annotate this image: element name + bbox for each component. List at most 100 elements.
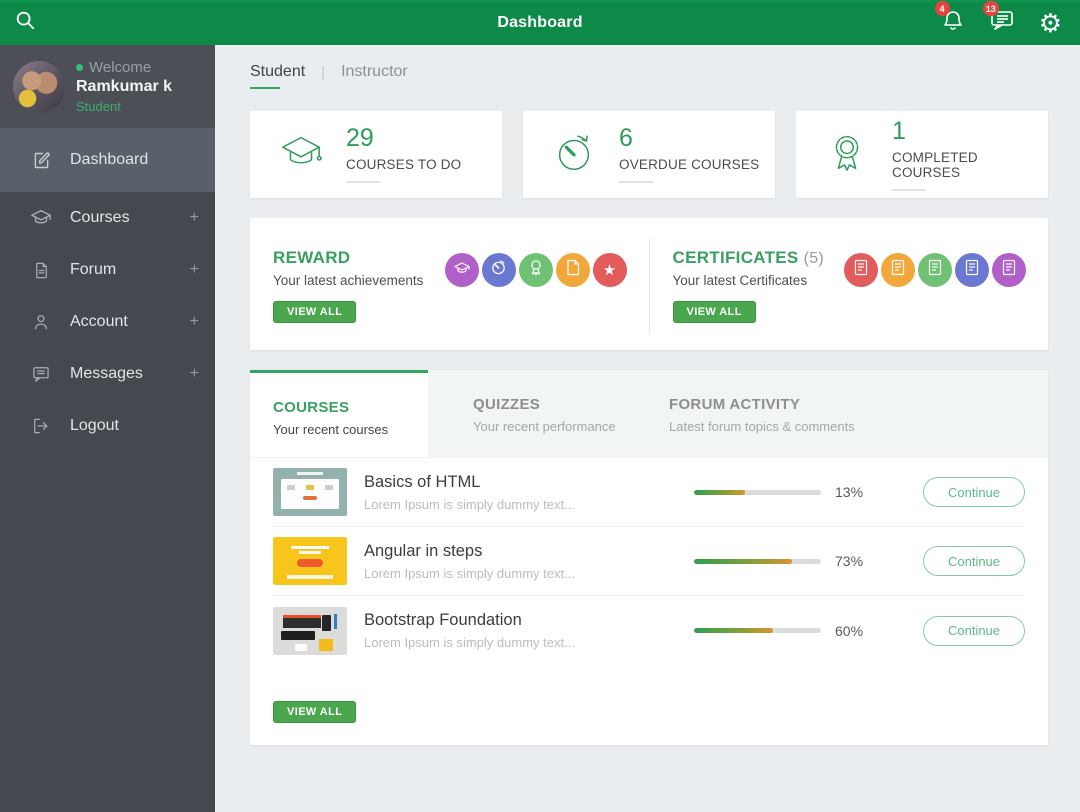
reward-certificates-panel: REWARD Your latest achievements VIEW ALL	[250, 218, 1048, 350]
course-thumbnail[interactable]	[273, 606, 347, 655]
course-description: Lorem Ipsum is simply dummy text...	[364, 565, 575, 581]
plus-icon[interactable]: +	[190, 313, 199, 331]
messages-button[interactable]: 13	[982, 1, 1015, 37]
continue-button[interactable]: Continue	[923, 546, 1025, 576]
progress-percent: 13%	[835, 484, 864, 500]
sidebar-item-dashboard[interactable]: Dashboard	[0, 128, 215, 192]
clock-icon	[551, 129, 597, 180]
gear-icon: ⚙	[1038, 7, 1062, 38]
course-thumbnail[interactable]	[273, 468, 347, 516]
achievement-badge[interactable]	[518, 253, 553, 287]
dashboard-icon	[30, 150, 52, 171]
courses-view-all-button[interactable]: VIEW ALL	[273, 701, 357, 723]
messages-badge: 13	[982, 1, 999, 16]
logout-icon	[30, 416, 52, 436]
tab-separator: |	[321, 63, 326, 81]
reward-section: REWARD Your latest achievements VIEW ALL	[250, 218, 649, 350]
achievement-badge[interactable]	[481, 253, 516, 287]
sidebar-item-forum[interactable]: Forum +	[0, 244, 215, 296]
stat-label: COMPLETED COURSES	[892, 149, 978, 180]
tab-label: FORUM ACTIVITY	[669, 396, 801, 413]
progress-percent: 60%	[835, 622, 864, 639]
online-status-dot	[76, 64, 83, 71]
tab-courses[interactable]: COURSES Your recent courses	[250, 370, 428, 457]
graduation-cap-icon	[30, 207, 52, 229]
tab-forum-activity[interactable]: FORUM ACTIVITY Latest forum topics & com…	[622, 370, 1048, 457]
plus-icon[interactable]: +	[190, 365, 199, 383]
course-thumbnail[interactable]	[273, 537, 347, 585]
tab-subtitle: Your recent courses	[273, 422, 389, 437]
stat-value: 29	[346, 124, 374, 152]
sidebar-item-courses[interactable]: Courses +	[0, 192, 215, 244]
certificate-badge[interactable]	[992, 253, 1026, 287]
certificates-view-all-button[interactable]: VIEW ALL	[672, 301, 756, 323]
sidebar-item-messages[interactable]: Messages +	[0, 348, 215, 400]
app-window: Dashboard 4 13 ⚙ Welcome Ramkumar k Stud…	[0, 0, 1080, 812]
sidebar-item-account[interactable]: Account +	[0, 296, 215, 348]
award-icon	[528, 259, 544, 281]
certificate-badge[interactable]	[955, 253, 989, 287]
achievement-badge[interactable]	[444, 253, 479, 287]
notifications-button[interactable]: 4	[934, 1, 965, 37]
stat-card-completed-courses[interactable]: 1 COMPLETED COURSES	[796, 111, 1048, 198]
sidebar-item-label: Dashboard	[70, 151, 149, 168]
tab-quizzes[interactable]: QUIZZES Your recent performance	[428, 370, 622, 457]
continue-button[interactable]: Continue	[923, 477, 1025, 507]
reward-view-all-button[interactable]: VIEW ALL	[273, 301, 357, 323]
progress-fill	[694, 489, 745, 495]
plus-icon[interactable]: +	[190, 261, 199, 279]
reward-subtitle: Your latest achievements	[273, 273, 424, 288]
stat-card-courses-to-do[interactable]: 29 COURSES TO DO	[250, 111, 502, 198]
course-title[interactable]: Angular in steps	[364, 542, 575, 561]
certificate-badge[interactable]	[844, 253, 878, 287]
stat-underline	[346, 181, 380, 183]
continue-button[interactable]: Continue	[923, 615, 1025, 646]
course-title[interactable]: Bootstrap Foundation	[364, 611, 575, 630]
certificates-subtitle: Your latest Certificates	[672, 273, 808, 288]
main-content: Student | Instructor 29 COURSES TO DO 6 …	[215, 45, 1080, 812]
settings-button[interactable]: ⚙	[1039, 10, 1062, 36]
chat-icon	[30, 364, 52, 384]
certificate-icon	[891, 259, 905, 281]
top-bar: Dashboard 4 13 ⚙	[0, 0, 1080, 45]
certificates-title: CERTIFICATES (5)	[672, 248, 825, 267]
sidebar-nav: Dashboard Courses + Forum + Account + Me…	[0, 128, 215, 452]
certificate-icon	[965, 259, 979, 281]
tab-instructor[interactable]: Instructor	[341, 63, 408, 89]
course-title[interactable]: Basics of HTML	[364, 473, 575, 492]
sidebar: Welcome Ramkumar k Student Dashboard Cou…	[0, 45, 215, 812]
user-icon	[30, 312, 52, 332]
achievement-badge[interactable]: ★	[592, 253, 627, 287]
stat-label: OVERDUE COURSES	[619, 157, 760, 172]
progress-bar	[694, 558, 821, 564]
user-role: Student	[76, 99, 121, 114]
certificate-badge[interactable]	[918, 253, 952, 287]
certificate-badge[interactable]	[881, 253, 915, 287]
stats-row: 29 COURSES TO DO 6 OVERDUE COURSES 1 COM…	[250, 111, 1048, 198]
certificates-section: CERTIFICATES (5) Your latest Certificate…	[650, 218, 1049, 350]
certificate-badges	[844, 248, 1026, 350]
progress-percent: 73%	[835, 553, 864, 569]
sidebar-item-logout[interactable]: Logout	[0, 400, 215, 452]
certificate-icon	[928, 259, 942, 281]
plus-icon[interactable]: +	[190, 209, 199, 227]
course-description: Lorem Ipsum is simply dummy text...	[364, 635, 575, 650]
tab-label: COURSES	[273, 399, 350, 416]
stat-underline	[892, 188, 926, 191]
course-description: Lorem Ipsum is simply dummy text...	[364, 496, 575, 512]
avatar[interactable]	[13, 60, 65, 113]
document-icon	[30, 261, 52, 280]
document-icon	[566, 259, 580, 281]
tab-student[interactable]: Student	[250, 63, 305, 89]
course-row: Bootstrap Foundation Lorem Ipsum is simp…	[273, 596, 1025, 665]
graduation-cap-icon	[453, 260, 471, 280]
certificate-icon	[1002, 259, 1016, 281]
stat-card-overdue-courses[interactable]: 6 OVERDUE COURSES	[523, 111, 775, 198]
stat-underline	[619, 181, 653, 183]
sidebar-item-label: Logout	[70, 417, 119, 434]
course-row: Angular in steps Lorem Ipsum is simply d…	[273, 527, 1025, 596]
content-tabs-panel: COURSES Your recent courses QUIZZES Your…	[250, 370, 1048, 745]
achievement-badge[interactable]	[555, 253, 590, 287]
award-icon	[824, 129, 870, 180]
reward-badges: ★	[444, 248, 627, 350]
